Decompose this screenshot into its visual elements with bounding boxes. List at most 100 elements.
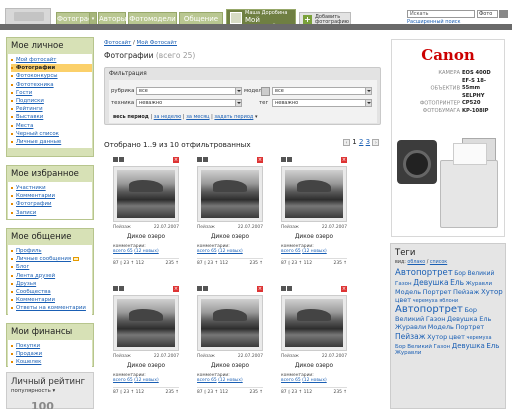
tag-link[interactable]: Пейзаж — [453, 288, 479, 296]
page-1[interactable]: 1 — [352, 138, 356, 146]
delete-icon[interactable]: × — [341, 286, 347, 292]
tag-link[interactable]: Модель — [428, 323, 454, 331]
photo-thumbnail[interactable] — [113, 295, 179, 351]
sidebar-item[interactable]: Покупки — [11, 342, 92, 350]
comments-total-link[interactable]: всего 65 — [281, 249, 301, 254]
sidebar-item[interactable]: Фотографии — [11, 200, 92, 208]
edit-icon[interactable] — [281, 286, 286, 291]
comments-new-link[interactable]: (12 новых) — [134, 249, 159, 254]
comments-new-link[interactable]: (12 новых) — [218, 249, 243, 254]
tag-link[interactable]: Девушка — [452, 342, 485, 350]
sidebar-item[interactable]: Блог — [11, 263, 92, 271]
photo-title[interactable]: Дикое озеро — [113, 234, 179, 240]
sidebar-item[interactable]: Записи — [11, 209, 92, 217]
settings-icon[interactable] — [287, 286, 292, 291]
period-month[interactable]: за месяц — [186, 114, 209, 120]
page-2[interactable]: 2 — [359, 138, 363, 146]
tag-link[interactable]: Великий — [467, 270, 494, 277]
delete-icon[interactable]: × — [341, 157, 347, 163]
tag-link[interactable]: Журавли — [466, 281, 492, 287]
tag-link[interactable]: черемуха — [413, 298, 438, 304]
tag-link[interactable]: Бор — [464, 306, 477, 314]
sidebar-item[interactable]: Черный список — [11, 130, 92, 138]
photo-thumbnail[interactable] — [197, 166, 263, 222]
technique-select[interactable]: неважно — [136, 99, 242, 107]
sidebar-item[interactable]: Ответы на комментарии — [11, 304, 92, 312]
search-scope-select[interactable]: Фото — [477, 10, 498, 18]
comments-total-link[interactable]: всего 65 — [197, 378, 217, 383]
sidebar-item[interactable]: Сообщества — [11, 288, 92, 296]
tag-link[interactable]: яблони — [439, 298, 458, 304]
photo-title[interactable]: Дикое озеро — [197, 234, 263, 240]
page-3[interactable]: 3 — [366, 138, 370, 146]
tab-my-site[interactable]: Маша Доробина Мой Фотосайт — [226, 9, 296, 31]
tag-link[interactable]: Девушка — [447, 315, 478, 323]
tag-link[interactable]: Великий — [395, 315, 424, 323]
next-page-button[interactable]: › — [372, 138, 380, 146]
sidebar-item[interactable]: Комментарии — [11, 192, 92, 200]
tag-link[interactable]: Журавли — [395, 350, 421, 356]
tag-link[interactable]: цвет — [395, 296, 411, 304]
sidebar-item[interactable]: Мой фотосайт — [11, 56, 92, 64]
period-all[interactable]: весь период — [113, 114, 149, 120]
tags-view-cloud[interactable]: облако — [407, 260, 425, 265]
tag-link[interactable]: Автопортрет — [395, 304, 463, 315]
tag-select[interactable]: неважно — [272, 99, 372, 107]
search-input[interactable]: Искать — [407, 10, 475, 18]
sidebar-item[interactable]: Места — [11, 122, 92, 130]
photo-thumbnail[interactable] — [281, 295, 347, 351]
tag-link[interactable]: Хутор — [427, 333, 447, 341]
tag-link[interactable]: Ель — [479, 315, 491, 323]
edit-icon[interactable] — [197, 157, 202, 162]
photo-title[interactable]: Дикое озеро — [281, 363, 347, 369]
sidebar-item[interactable]: Личные сообщения — [11, 255, 92, 263]
delete-icon[interactable]: × — [257, 157, 263, 163]
comments-total-link[interactable]: всего 65 — [197, 249, 217, 254]
tag-link[interactable]: черемуха — [467, 335, 492, 341]
tag-link[interactable]: Газон — [434, 344, 451, 350]
breadcrumb-item[interactable]: Мой Фотосайт — [137, 40, 177, 46]
settings-icon[interactable] — [203, 286, 208, 291]
period-custom[interactable]: задать период — [214, 114, 253, 120]
settings-icon[interactable] — [119, 157, 124, 162]
tag-link[interactable]: Хутор — [481, 288, 503, 296]
sidebar-item[interactable]: Комментарии — [11, 296, 92, 304]
canon-advertisement[interactable]: Canon КАМЕРА EOS 400D ОБЪЕКТИВEF-S 18-55mm… — [391, 39, 505, 237]
tag-link[interactable]: Девушка — [413, 278, 448, 287]
sidebar-item[interactable]: Гости — [11, 89, 92, 97]
tag-link[interactable]: Бор — [454, 270, 466, 277]
edit-icon[interactable] — [197, 286, 202, 291]
sidebar-item[interactable]: Друзья — [11, 280, 92, 288]
settings-icon[interactable] — [119, 286, 124, 291]
comments-total-link[interactable]: всего 65 — [281, 378, 301, 383]
site-logo[interactable] — [5, 8, 51, 25]
tag-link[interactable]: Газон — [426, 315, 446, 323]
delete-icon[interactable]: × — [257, 286, 263, 292]
tag-link[interactable]: Ель — [450, 278, 464, 287]
tag-link[interactable]: Пейзаж — [395, 332, 425, 341]
tag-link[interactable]: Великий — [407, 344, 432, 350]
tag-link[interactable]: Бор — [395, 344, 406, 350]
photo-thumbnail[interactable] — [197, 295, 263, 351]
search-submit-button[interactable] — [499, 10, 508, 18]
sidebar-item[interactable]: Фотографии — [11, 64, 92, 73]
tag-link[interactable]: Газон — [395, 281, 412, 287]
comments-total-link[interactable]: всего 65 — [113, 378, 133, 383]
photo-thumbnail[interactable] — [281, 166, 347, 222]
tag-link[interactable]: Журавли — [395, 323, 426, 331]
photo-title[interactable]: Дикое озеро — [197, 363, 263, 369]
comments-total-link[interactable]: всего 65 — [113, 249, 133, 254]
tag-link[interactable]: Модель — [395, 288, 421, 296]
sidebar-item[interactable]: Кошелек — [11, 358, 92, 366]
delete-icon[interactable]: × — [173, 286, 179, 292]
photo-title[interactable]: Дикое озеро — [113, 363, 179, 369]
sidebar-item[interactable]: Рейтинги — [11, 105, 92, 113]
sidebar-item[interactable]: Фотоконкурсы — [11, 72, 92, 80]
sidebar-item[interactable]: Фототехника — [11, 81, 92, 89]
rubric-select[interactable]: все — [136, 87, 242, 95]
sidebar-item[interactable]: Выставки — [11, 113, 92, 121]
edit-icon[interactable] — [113, 286, 118, 291]
tag-link[interactable]: Портрет — [455, 323, 484, 331]
sidebar-item[interactable]: Продажи — [11, 350, 92, 358]
period-week[interactable]: за неделю — [154, 114, 182, 120]
